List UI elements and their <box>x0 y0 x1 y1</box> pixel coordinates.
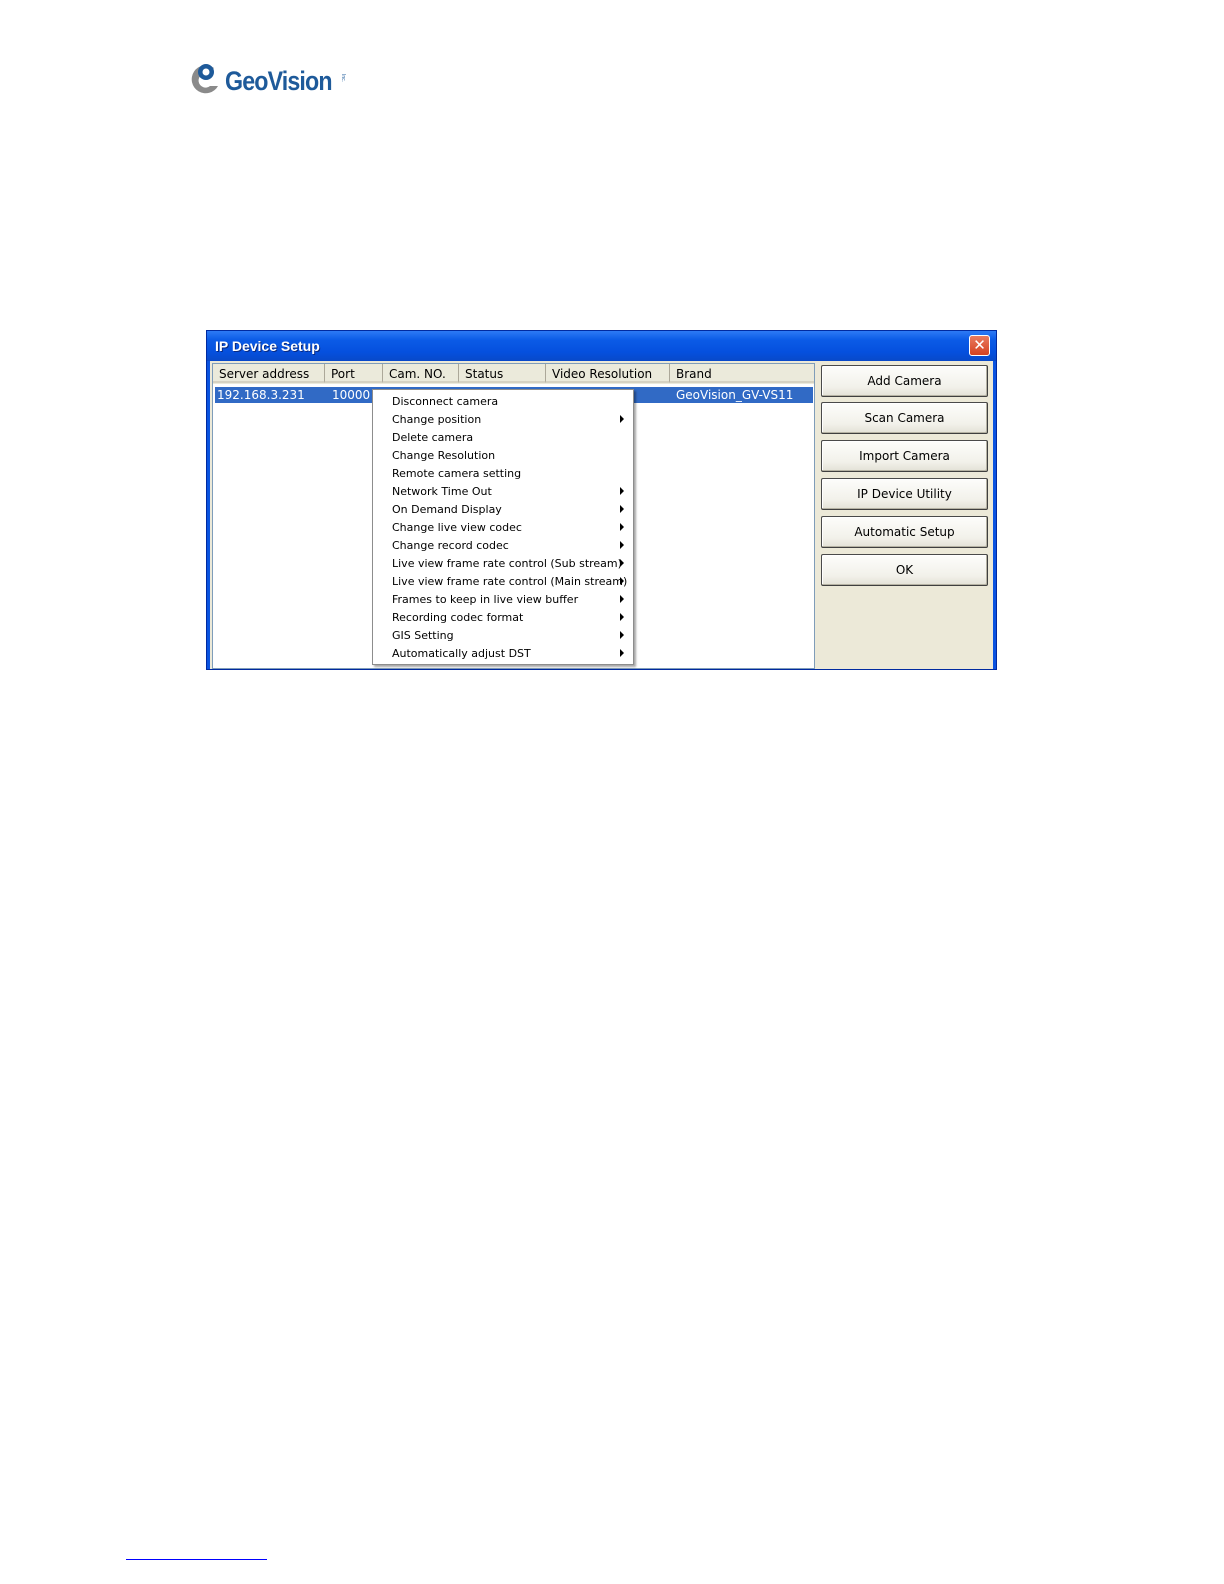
menu-item-live-view-frame-rate-sub[interactable]: Live view frame rate control (Sub stream… <box>373 554 633 572</box>
menu-item-change-position[interactable]: Change position <box>373 410 633 428</box>
submenu-arrow-icon <box>620 415 624 423</box>
logo-text: GeoVision <box>225 66 333 96</box>
ip-device-utility-button[interactable]: IP Device Utility <box>821 478 988 510</box>
menu-item-automatically-adjust-dst[interactable]: Automatically adjust DST <box>373 644 633 662</box>
menu-item-label: Frames to keep in live view buffer <box>392 593 579 606</box>
menu-item-label: Change live view codec <box>392 521 522 534</box>
menu-item-label: Remote camera setting <box>392 467 522 480</box>
list-header: Server address Port Cam. NO. Status Vide… <box>213 364 814 384</box>
logo-mark-icon <box>191 64 218 94</box>
menu-item-label: Change position <box>392 413 482 426</box>
logo-sup: Inc. <box>340 74 346 83</box>
menu-item-label: Change record codec <box>392 539 509 552</box>
menu-item-change-live-view-codec[interactable]: Change live view codec <box>373 518 633 536</box>
close-button[interactable]: ✕ <box>969 335 990 356</box>
menu-item-label: Delete camera <box>392 431 474 444</box>
menu-item-label: Automatically adjust DST <box>392 647 531 660</box>
ok-button[interactable]: OK <box>821 554 988 586</box>
menu-item-label: Recording codec format <box>392 611 524 624</box>
menu-item-on-demand-display[interactable]: On Demand Display <box>373 500 633 518</box>
column-video-resolution[interactable]: Video Resolution <box>546 364 670 383</box>
column-status[interactable]: Status <box>459 364 546 383</box>
cell-server-address: 192.168.3.231 <box>217 388 305 402</box>
menu-item-label: On Demand Display <box>392 503 502 516</box>
menu-item-label: Live view frame rate control (Sub stream… <box>392 557 622 570</box>
submenu-arrow-icon <box>620 595 624 603</box>
menu-item-label: Network Time Out <box>392 485 492 498</box>
submenu-arrow-icon <box>620 523 624 531</box>
submenu-arrow-icon <box>620 487 624 495</box>
submenu-arrow-icon <box>620 649 624 657</box>
submenu-arrow-icon <box>620 559 624 567</box>
column-cam-no[interactable]: Cam. NO. <box>383 364 459 383</box>
menu-item-label: Change Resolution <box>392 449 496 462</box>
submenu-arrow-icon <box>620 505 624 513</box>
submenu-arrow-icon <box>620 631 624 639</box>
title-bar[interactable]: IP Device Setup ✕ <box>207 331 996 361</box>
cell-port: 10000 <box>332 388 371 402</box>
cell-brand: GeoVision_GV-VS11 <box>676 388 794 402</box>
automatic-setup-button[interactable]: Automatic Setup <box>821 516 988 548</box>
scan-camera-button[interactable]: Scan Camera <box>821 402 988 434</box>
add-camera-button[interactable]: Add Camera <box>821 365 988 397</box>
column-server-address[interactable]: Server address <box>213 364 325 383</box>
column-brand[interactable]: Brand <box>670 364 814 383</box>
import-camera-button[interactable]: Import Camera <box>821 440 988 472</box>
menu-item-gis-setting[interactable]: GIS Setting <box>373 626 633 644</box>
menu-item-label: Live view frame rate control (Main strea… <box>392 575 628 588</box>
menu-item-change-resolution[interactable]: Change Resolution <box>373 446 633 464</box>
column-port[interactable]: Port <box>325 364 383 383</box>
menu-item-label: GIS Setting <box>392 629 454 642</box>
menu-item-remote-camera-setting[interactable]: Remote camera setting <box>373 464 633 482</box>
context-menu: Disconnect camera Change position Delete… <box>372 389 634 665</box>
menu-item-change-record-codec[interactable]: Change record codec <box>373 536 633 554</box>
menu-item-label: Disconnect camera <box>392 395 499 408</box>
submenu-arrow-icon <box>620 613 624 621</box>
submenu-arrow-icon <box>620 541 624 549</box>
menu-item-frames-to-keep[interactable]: Frames to keep in live view buffer <box>373 590 633 608</box>
menu-item-disconnect-camera[interactable]: Disconnect camera <box>373 392 633 410</box>
footer-link-underline[interactable] <box>126 1559 267 1560</box>
window-title: IP Device Setup <box>215 338 320 354</box>
menu-item-recording-codec-format[interactable]: Recording codec format <box>373 608 633 626</box>
menu-item-live-view-frame-rate-main[interactable]: Live view frame rate control (Main strea… <box>373 572 633 590</box>
menu-item-network-time-out[interactable]: Network Time Out <box>373 482 633 500</box>
submenu-arrow-icon <box>620 577 624 585</box>
menu-item-delete-camera[interactable]: Delete camera <box>373 428 633 446</box>
